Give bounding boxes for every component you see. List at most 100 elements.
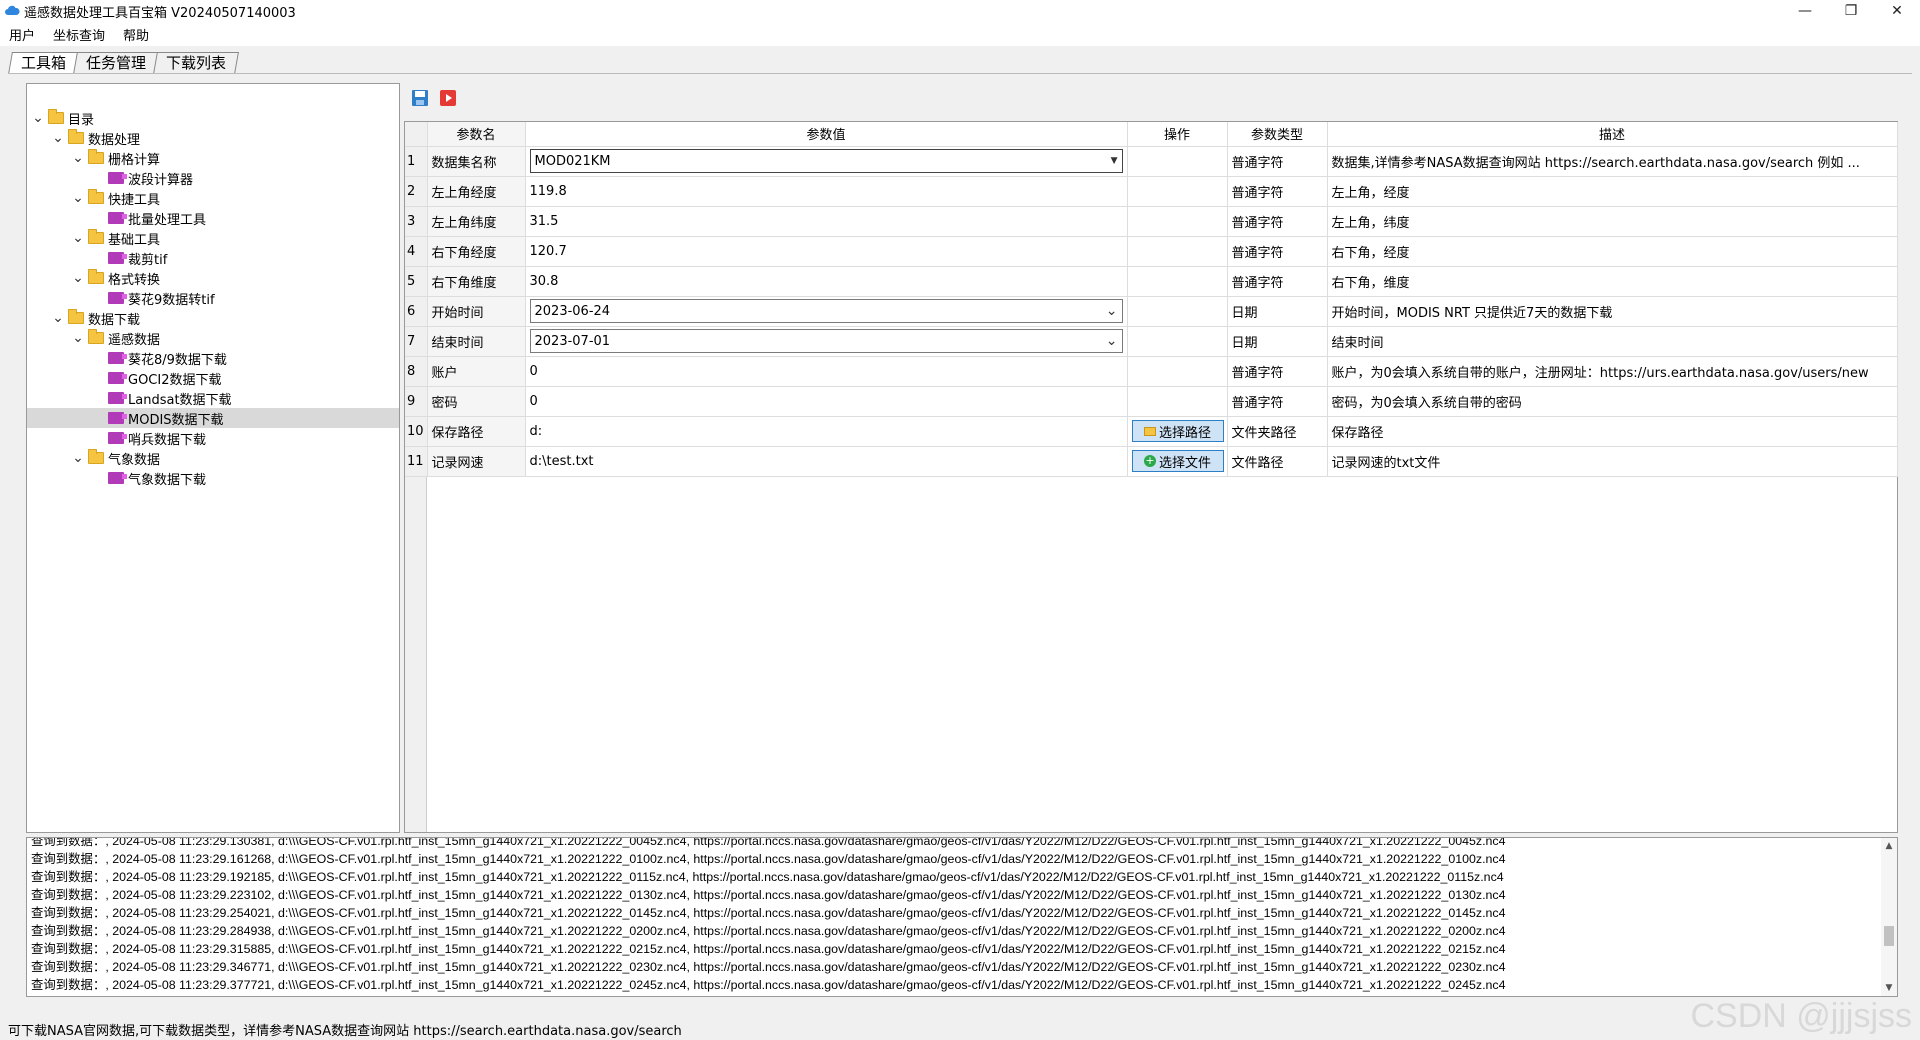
param-value-cell[interactable]: 120.7 <box>525 236 1128 267</box>
column-header-action[interactable]: 操作 <box>1127 122 1228 147</box>
tool-tree[interactable]: ⌄ 目录 ⌄ 数据处理 ⌄ 栅格计算 波段计算器 ⌄ 快捷工具 批量处理工具 ⌄ 基础工具 裁剪tif ⌄… <box>26 83 400 833</box>
action-cell <box>1127 356 1228 387</box>
minimize-button[interactable]: — <box>1782 0 1828 22</box>
tree-item[interactable]: 葵花8/9数据下载 <box>27 348 399 368</box>
chevron-down-icon[interactable]: ⌄ <box>31 111 45 125</box>
action-cell <box>1127 326 1228 357</box>
tree-item[interactable]: ⌄ 快捷工具 <box>27 188 399 208</box>
tool-icon <box>108 392 127 404</box>
table-row: 8 账户 0 普通字符 账户，为0会填入系统自带的账户，注册网址：https://urs… <box>405 356 1898 387</box>
param-value-cell[interactable]: 119.8 <box>525 176 1128 207</box>
param-type-cell: 文件夹路径 <box>1227 416 1328 447</box>
log-output[interactable]: 查询到数据：, 2024-05-08 11:23:29.130381, d:\\… <box>26 837 1898 997</box>
param-value-dropdown[interactable]: 2023-06-24 ⌄ <box>529 299 1123 323</box>
chevron-down-icon[interactable]: ⌄ <box>71 151 85 165</box>
tab-strip: 工具箱 任务管理 下载列表 <box>8 52 239 74</box>
param-value-text[interactable]: d:\test.txt <box>530 454 594 469</box>
tree-item[interactable]: 波段计算器 <box>27 168 399 188</box>
column-header-name[interactable]: 参数名 <box>427 122 526 147</box>
parameter-panel: 参数名 参数值 操作 参数类型 描述 1 数据集名称 MOD021KM ▼ 普通字符 数据… <box>404 83 1898 833</box>
chevron-down-icon[interactable]: ⌄ <box>71 271 85 285</box>
menu-coord-query[interactable]: 坐标查询 <box>44 25 114 44</box>
tree-item[interactable]: 批量处理工具 <box>27 208 399 228</box>
tree-item[interactable]: ⌄ 栅格计算 <box>27 148 399 168</box>
log-line: 查询到数据：, 2024-05-08 11:23:29.284938, d:\\… <box>31 924 1506 938</box>
tree-item[interactable]: ⌄ 遥感数据 <box>27 328 399 348</box>
param-value-cell[interactable]: d: <box>525 416 1128 447</box>
choose-path-button[interactable]: 选择路径 <box>1131 420 1224 442</box>
param-value-cell[interactable]: 31.5 <box>525 206 1128 237</box>
param-type-cell: 日期 <box>1227 326 1328 357</box>
param-value-text[interactable]: 120.7 <box>530 244 567 259</box>
chevron-down-icon[interactable]: ⌄ <box>71 451 85 465</box>
tree-item-label: Landsat数据下载 <box>128 392 232 408</box>
tree-item[interactable]: ⌄ 气象数据 <box>27 448 399 468</box>
param-value-cell[interactable]: d:\test.txt <box>525 446 1128 477</box>
tree-item[interactable]: ⌄ 格式转换 <box>27 268 399 288</box>
chevron-down-icon[interactable]: ⌄ <box>1106 333 1118 349</box>
maximize-button[interactable]: ❐ <box>1828 0 1874 22</box>
param-value-text[interactable]: 0 <box>530 364 538 379</box>
log-scrollbar[interactable]: ▲ ▼ <box>1881 838 1897 996</box>
param-value-dropdown[interactable]: MOD021KM ▼ <box>529 149 1123 173</box>
chevron-down-icon[interactable]: ⌄ <box>51 131 65 145</box>
tree-item-label: 波段计算器 <box>128 172 194 188</box>
param-value-dropdown[interactable]: 2023-07-01 ⌄ <box>529 329 1123 353</box>
param-value-text[interactable]: 0 <box>530 394 538 409</box>
row-number: 6 <box>405 296 428 327</box>
scroll-up-icon[interactable]: ▲ <box>1881 838 1897 854</box>
title-bar: 遥感数据处理工具百宝箱 V20240507140003 — ❐ ✕ <box>0 0 1920 22</box>
row-number: 10 <box>405 416 428 447</box>
run-button[interactable] <box>438 88 458 108</box>
table-row: 3 左上角纬度 31.5 普通字符 左上角，纬度 <box>405 206 1898 237</box>
tree-item[interactable]: GOCI2数据下载 <box>27 368 399 388</box>
save-button[interactable] <box>410 88 430 108</box>
tree-item[interactable]: ⌄ 目录 <box>27 108 399 128</box>
action-cell <box>1127 236 1228 267</box>
tree-item[interactable]: ⌄ 数据下载 <box>27 308 399 328</box>
tree-item-label: MODIS数据下载 <box>128 412 224 428</box>
play-icon <box>440 90 456 106</box>
column-header-type[interactable]: 参数类型 <box>1227 122 1328 147</box>
param-value-cell[interactable]: MOD021KM ▼ <box>525 146 1128 177</box>
scroll-thumb[interactable] <box>1884 926 1894 946</box>
menu-user[interactable]: 用户 <box>0 25 44 44</box>
param-value-cell[interactable]: 2023-07-01 ⌄ <box>525 326 1128 357</box>
choose-file-button[interactable]: + 选择文件 <box>1131 450 1224 472</box>
tree-item[interactable]: 葵花9数据转tif <box>27 288 399 308</box>
chevron-down-icon[interactable]: ⌄ <box>1106 303 1118 319</box>
chevron-down-icon[interactable]: ▼ <box>1111 156 1118 166</box>
tab-download-list[interactable]: 下载列表 <box>153 52 239 74</box>
tree-item[interactable]: MODIS数据下载 <box>27 408 399 428</box>
tree-item[interactable]: Landsat数据下载 <box>27 388 399 408</box>
tree-item[interactable]: 哨兵数据下载 <box>27 428 399 448</box>
param-value-cell[interactable]: 0 <box>525 356 1128 387</box>
tab-task-manager[interactable]: 任务管理 <box>73 52 159 74</box>
param-value-text[interactable]: 30.8 <box>530 274 559 289</box>
param-value-text[interactable]: d: <box>530 424 543 439</box>
column-header-value[interactable]: 参数值 <box>525 122 1128 147</box>
param-value-cell[interactable]: 30.8 <box>525 266 1128 297</box>
tab-toolbox[interactable]: 工具箱 <box>8 52 79 74</box>
column-header-description[interactable]: 描述 <box>1327 122 1898 147</box>
param-value-text[interactable]: 119.8 <box>530 184 567 199</box>
chevron-down-icon[interactable]: ⌄ <box>71 331 85 345</box>
param-value-cell[interactable]: 2023-06-24 ⌄ <box>525 296 1128 327</box>
tree-item[interactable]: 裁剪tif <box>27 248 399 268</box>
param-value-text[interactable]: 31.5 <box>530 214 559 229</box>
tree-item[interactable]: ⌄ 数据处理 <box>27 128 399 148</box>
folder-icon <box>1143 426 1156 436</box>
chevron-down-icon[interactable]: ⌄ <box>51 311 65 325</box>
chevron-down-icon[interactable]: ⌄ <box>71 231 85 245</box>
scroll-down-icon[interactable]: ▼ <box>1881 980 1897 996</box>
close-button[interactable]: ✕ <box>1874 0 1920 22</box>
menu-help[interactable]: 帮助 <box>114 25 158 44</box>
table-row: 1 数据集名称 MOD021KM ▼ 普通字符 数据集,详情参考NASA数据查询网站 ht… <box>405 146 1898 177</box>
window-title: 遥感数据处理工具百宝箱 V20240507140003 <box>24 5 296 21</box>
folder-icon <box>88 229 104 244</box>
tree-item[interactable]: 气象数据下载 <box>27 468 399 488</box>
param-value-cell[interactable]: 0 <box>525 386 1128 417</box>
chevron-down-icon[interactable]: ⌄ <box>71 191 85 205</box>
tree-item[interactable]: ⌄ 基础工具 <box>27 228 399 248</box>
param-description-cell: 保存路径 <box>1327 416 1898 447</box>
